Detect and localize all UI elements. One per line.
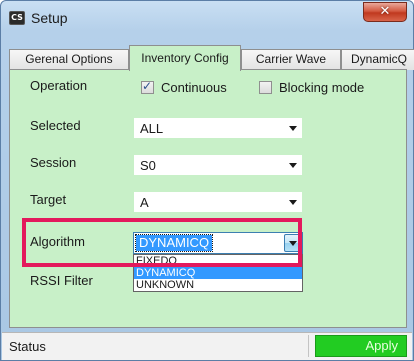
session-value: S0 xyxy=(140,158,156,173)
algorithm-dropdown-list: FIXEDQ DYNAMICQ UNKNOWN xyxy=(133,254,303,292)
target-label: Target xyxy=(30,192,67,207)
tab-general-options[interactable]: Gerenal Options xyxy=(9,49,129,70)
operation-label: Operation xyxy=(30,78,88,93)
setup-window: CS Setup ✕ Gerenal Options Inventory Con… xyxy=(0,0,414,361)
tab-dynamicq[interactable]: DynamicQ xyxy=(341,49,414,70)
continuous-checkbox[interactable] xyxy=(141,79,154,94)
selected-combobox[interactable]: ALL xyxy=(133,117,303,139)
chevron-down-icon[interactable] xyxy=(284,234,301,252)
algorithm-label: Algorithm xyxy=(30,234,85,249)
target-combobox[interactable]: A xyxy=(133,191,303,213)
inventory-config-panel: Operation Continuous Blocking mode Selec… xyxy=(9,69,407,328)
close-button[interactable]: ✕ xyxy=(363,2,407,22)
chevron-down-icon[interactable] xyxy=(285,118,302,138)
chevron-down-icon[interactable] xyxy=(285,192,302,212)
blocking-mode-checkbox[interactable] xyxy=(259,81,272,94)
selected-value: ALL xyxy=(140,121,164,136)
status-bar: Status Apply xyxy=(2,332,412,360)
window-title: Setup xyxy=(31,10,68,26)
target-value: A xyxy=(140,195,149,210)
rssi-filter-label: RSSI Filter xyxy=(30,273,93,288)
selected-label: Selected xyxy=(30,118,81,133)
chevron-down-icon[interactable] xyxy=(285,155,302,175)
apply-button[interactable]: Apply xyxy=(315,335,407,357)
algorithm-option-unknown[interactable]: UNKNOWN xyxy=(134,279,302,291)
blocking-mode-label[interactable]: Blocking mode xyxy=(279,80,364,95)
app-icon: CS xyxy=(9,11,25,25)
session-label: Session xyxy=(30,155,77,170)
status-divider xyxy=(308,335,309,357)
algorithm-option-fixedq[interactable]: FIXEDQ xyxy=(134,255,302,267)
session-combobox[interactable]: S0 xyxy=(133,154,303,176)
tab-carrier-wave[interactable]: Carrier Wave xyxy=(241,49,341,70)
tab-inventory-config[interactable]: Inventory Config xyxy=(129,45,241,71)
algorithm-value: DYNAMICQ xyxy=(134,234,214,252)
algorithm-option-dynamicq[interactable]: DYNAMICQ xyxy=(134,267,302,279)
title-bar[interactable]: CS Setup ✕ xyxy=(1,1,413,35)
status-label: Status xyxy=(9,339,46,354)
algorithm-combobox[interactable]: DYNAMICQ xyxy=(133,232,303,254)
continuous-label[interactable]: Continuous xyxy=(161,80,227,95)
tab-strip: Gerenal Options Inventory Config Carrier… xyxy=(9,45,414,71)
